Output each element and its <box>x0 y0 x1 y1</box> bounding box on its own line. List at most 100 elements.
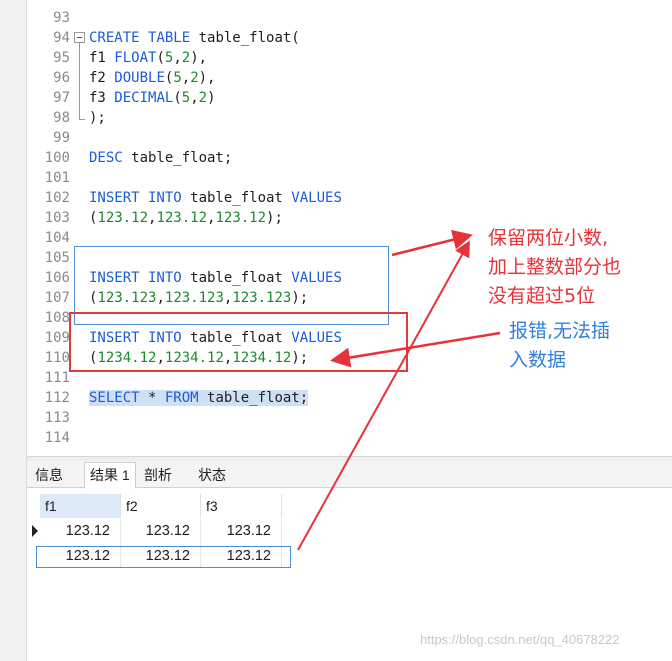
code-line-94: CREATE TABLE table_float( <box>89 28 342 48</box>
code-text: ( <box>156 50 165 66</box>
line-number: 93 <box>53 10 70 26</box>
result-tabs: 信息 结果 1 剖析 状态 <box>27 461 672 489</box>
line-number: 99 <box>53 130 70 146</box>
sql-keyword: INSERT INTO <box>89 190 182 206</box>
line-number: 104 <box>44 230 70 246</box>
line-number: 114 <box>44 430 70 446</box>
left-panel-strip <box>0 0 27 661</box>
column-header-f1[interactable]: f1 <box>40 494 121 518</box>
line-number: 108 <box>44 310 70 326</box>
code-text: f2 <box>89 70 115 86</box>
sql-keyword: CREATE TABLE <box>89 30 191 46</box>
code-line-112: SELECT * FROM table_float; <box>89 388 342 408</box>
line-number: 103 <box>44 210 70 226</box>
sql-keyword: VALUES <box>291 190 342 206</box>
code-text: ), <box>198 70 216 86</box>
tab-status[interactable]: 状态 <box>193 463 231 488</box>
line-number: 95 <box>53 50 70 66</box>
table-cell[interactable]: 123.12 <box>40 519 121 543</box>
note-line: 入数据 <box>509 349 567 371</box>
code-line-103: (123.12,123.12,123.12); <box>89 208 342 228</box>
sql-keyword: SELECT <box>89 390 140 406</box>
column-header-f2[interactable]: f2 <box>121 494 201 518</box>
code-text: ) <box>207 90 216 106</box>
line-number: 106 <box>44 270 70 286</box>
line-number: 107 <box>44 290 70 306</box>
code-text: , <box>173 50 182 66</box>
annotation-note-blue: 报错,无法插 入数据 <box>509 317 669 375</box>
code-area[interactable]: CREATE TABLE table_float( f1 FLOAT(5,2),… <box>89 8 342 448</box>
note-line: 没有超过5位 <box>488 285 596 307</box>
code-line-97: f3 DECIMAL(5,2) <box>89 88 342 108</box>
code-line-95: f1 FLOAT(5,2), <box>89 48 342 68</box>
line-number-gutter: 93 94 95 96 97 98 99 100 101 102 103 104… <box>27 8 70 448</box>
sql-keyword: FLOAT <box>114 50 157 66</box>
app-window: 93 94 95 96 97 98 99 100 101 102 103 104… <box>0 0 672 661</box>
fold-toggle-icon[interactable] <box>74 32 85 43</box>
current-row-arrow-icon <box>32 525 38 537</box>
code-text: , <box>181 70 191 86</box>
line-number: 102 <box>44 190 70 206</box>
note-line: 加上整数部分也 <box>488 256 622 278</box>
table-cell[interactable]: 123.12 <box>201 519 282 543</box>
tab-result-1[interactable]: 结果 1 <box>84 462 136 489</box>
note-line: 保留两位小数, <box>488 227 609 249</box>
code-line-98: ); <box>89 108 342 128</box>
annotation-note-red: 保留两位小数, 加上整数部分也 没有超过5位 <box>488 224 672 311</box>
line-number: 109 <box>44 330 70 346</box>
sql-keyword: DESC <box>89 150 123 166</box>
line-number: 113 <box>44 410 70 426</box>
sql-keyword: DECIMAL <box>114 90 174 106</box>
note-line: 报错,无法插 <box>509 320 611 342</box>
code-text: , <box>190 90 199 106</box>
watermark: https://blog.csdn.net/qq_40678222 <box>420 632 620 647</box>
line-number: 110 <box>44 350 70 366</box>
code-text: table_float <box>181 190 292 206</box>
selected-statement[interactable]: SELECT * FROM table_float; <box>89 390 309 406</box>
number-literal: 2 <box>181 50 191 66</box>
code-text: * <box>139 390 165 406</box>
line-number: 111 <box>44 370 70 386</box>
code-text: table_float; <box>122 150 233 166</box>
code-line-100: DESC table_float; <box>89 148 342 168</box>
highlight-box-red <box>69 312 408 372</box>
number-literal: 2 <box>198 90 208 106</box>
number-literal: 123.12 <box>156 210 208 226</box>
code-text: ( <box>173 90 182 106</box>
code-text: f1 <box>89 50 115 66</box>
code-text: ); <box>266 210 283 226</box>
line-number: 101 <box>44 170 70 186</box>
column-header-f3[interactable]: f3 <box>201 494 282 518</box>
tab-profile[interactable]: 剖析 <box>139 463 177 488</box>
code-text: table_float; <box>198 390 309 406</box>
line-number: 94 <box>53 30 70 46</box>
sql-keyword: DOUBLE <box>114 70 165 86</box>
number-literal: 2 <box>190 70 199 86</box>
line-number: 112 <box>44 390 70 406</box>
code-text: ); <box>89 110 106 126</box>
table-cell[interactable]: 123.12 <box>121 519 201 543</box>
code-line-102: INSERT INTO table_float VALUES <box>89 188 342 208</box>
number-literal: 123.12 <box>215 210 267 226</box>
line-number: 97 <box>53 90 70 106</box>
line-number: 100 <box>44 150 70 166</box>
code-line-96: f2 DOUBLE(5,2), <box>89 68 342 88</box>
highlight-row-box <box>36 546 291 568</box>
code-text: table_float( <box>190 30 300 46</box>
code-text: f3 <box>89 90 115 106</box>
tab-info[interactable]: 信息 <box>30 463 68 488</box>
line-number: 98 <box>53 110 70 126</box>
number-literal: 5 <box>181 90 191 106</box>
number-literal: 5 <box>173 70 182 86</box>
line-number: 96 <box>53 70 70 86</box>
code-text: ), <box>190 50 208 66</box>
sql-keyword: FROM <box>164 390 199 406</box>
fold-guide-end <box>79 119 85 120</box>
number-literal: 123.12 <box>97 210 149 226</box>
